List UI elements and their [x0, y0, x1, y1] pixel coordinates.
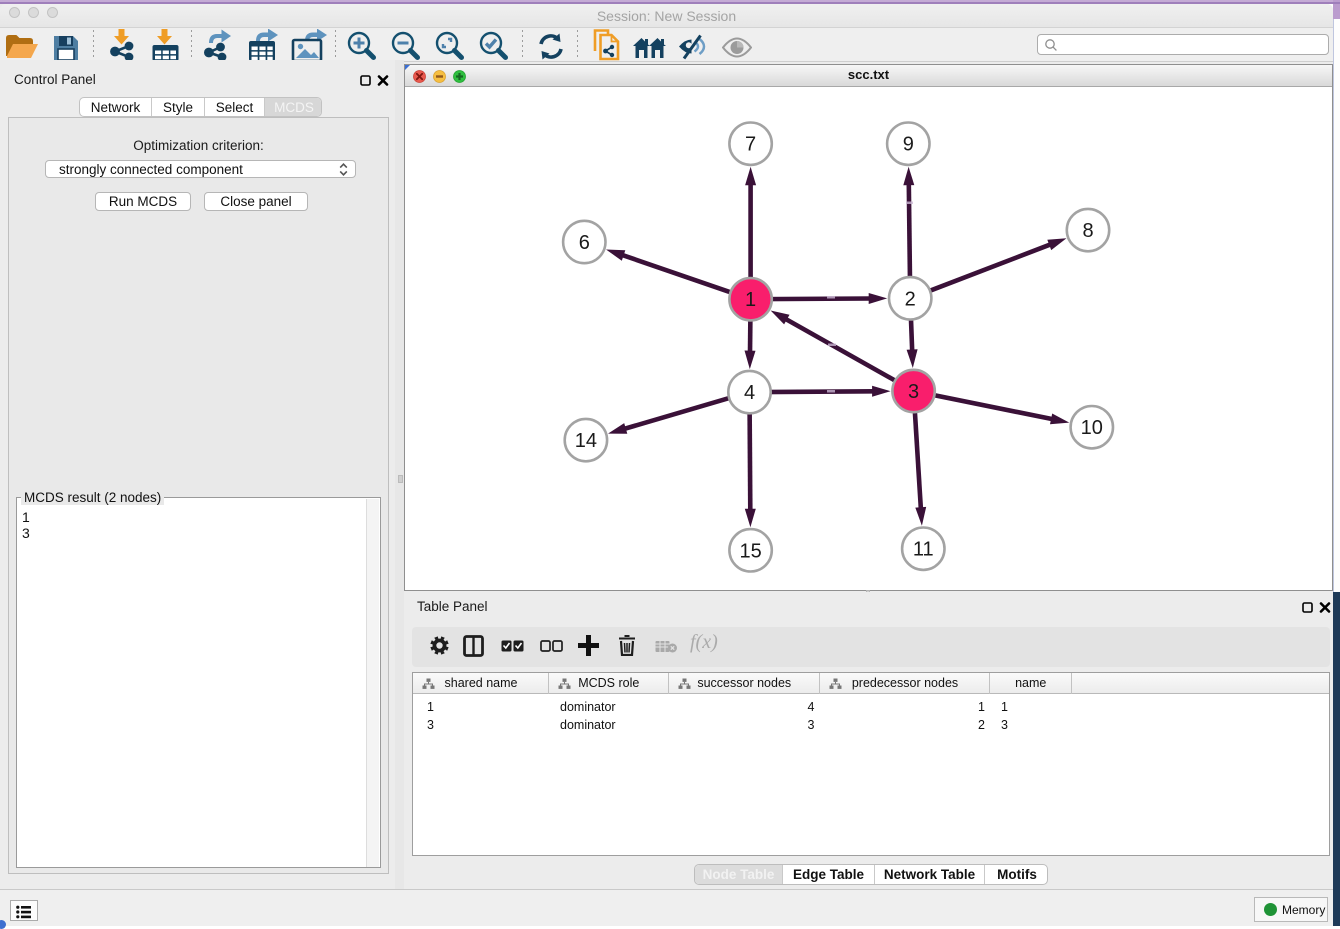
- svg-text:1: 1: [745, 289, 756, 311]
- svg-text:10: 10: [1081, 417, 1103, 439]
- svg-text:8: 8: [1082, 220, 1093, 242]
- svg-text:3: 3: [908, 381, 919, 403]
- svg-text:6: 6: [579, 232, 590, 254]
- svg-text:15: 15: [739, 540, 761, 562]
- svg-text:9: 9: [903, 134, 914, 156]
- svg-text:14: 14: [575, 430, 597, 452]
- svg-text:2: 2: [905, 288, 916, 310]
- svg-text:4: 4: [744, 382, 755, 404]
- svg-text:7: 7: [745, 134, 756, 156]
- svg-text:11: 11: [913, 539, 934, 561]
